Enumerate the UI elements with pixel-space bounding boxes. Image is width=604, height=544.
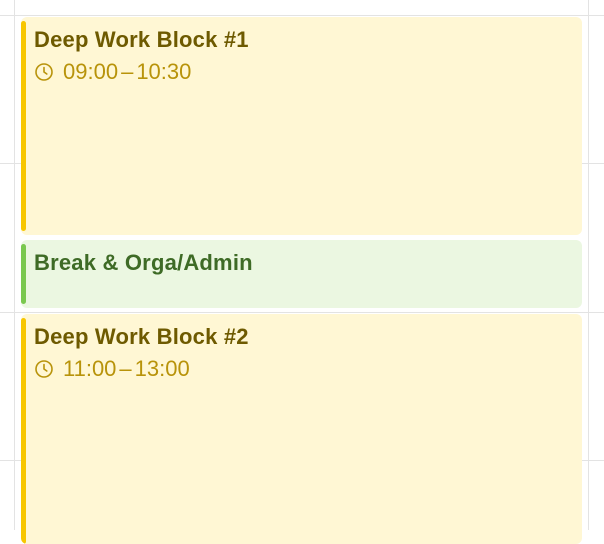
- time-separator: –: [119, 356, 132, 381]
- event-end-time: 13:00: [134, 356, 190, 381]
- event-time-range: 09:00 – 10:30: [34, 59, 191, 85]
- event-color-bar: [21, 21, 26, 231]
- grid-line-vertical: [14, 0, 15, 530]
- event-title: Deep Work Block #1: [34, 27, 249, 52]
- grid-line-hour: [0, 15, 604, 16]
- event-end-time: 10:30: [136, 59, 192, 84]
- event-start-time: 09:00: [63, 59, 119, 84]
- calendar-event-deep-work-2[interactable]: Deep Work Block #2 11:00 – 13:00: [21, 314, 582, 544]
- time-separator: –: [121, 59, 134, 84]
- clock-icon: [35, 360, 53, 378]
- calendar-event-deep-work-1[interactable]: Deep Work Block #1 09:00 – 10:30: [21, 17, 582, 235]
- event-title: Break & Orga/Admin: [34, 250, 253, 275]
- event-title: Deep Work Block #2: [34, 324, 249, 349]
- clock-icon: [35, 63, 53, 81]
- event-color-bar: [21, 244, 26, 304]
- event-color-bar: [21, 318, 26, 544]
- grid-line-hour: [0, 312, 604, 313]
- calendar-event-break[interactable]: Break & Orga/Admin: [21, 240, 582, 308]
- event-start-time: 11:00: [63, 356, 117, 381]
- event-time-range: 11:00 – 13:00: [34, 356, 190, 382]
- grid-line-vertical: [588, 0, 589, 530]
